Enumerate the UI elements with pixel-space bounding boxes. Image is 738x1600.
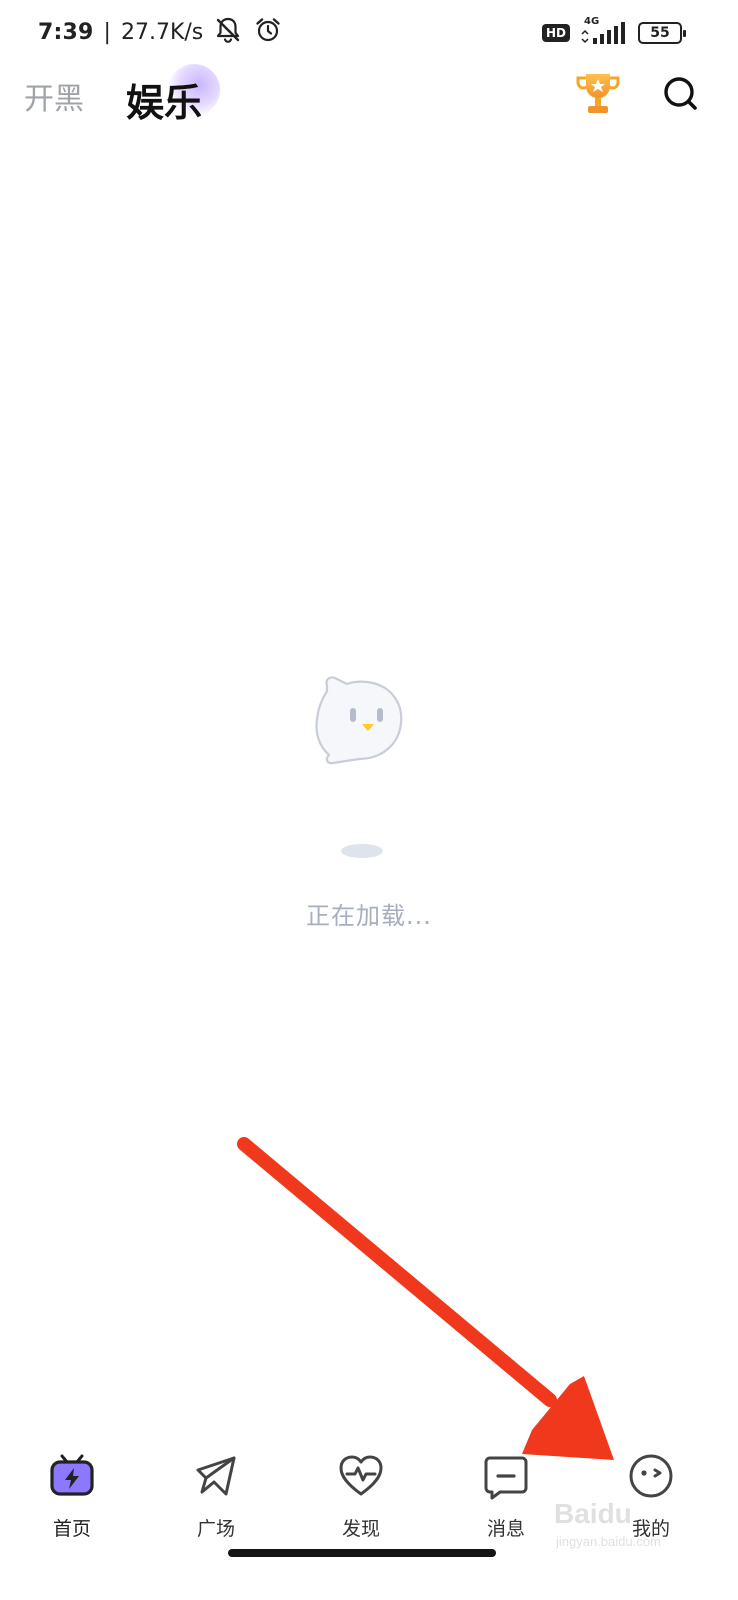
trophy-button[interactable]	[576, 70, 620, 118]
status-right: HD 4G 55	[541, 16, 686, 48]
nav-item-square[interactable]: 广场	[161, 1448, 271, 1548]
red-arrow-annotation	[237, 1137, 614, 1460]
nav-label-messages: 消息	[486, 1518, 525, 1540]
search-icon	[664, 77, 697, 110]
baidu-watermark: Baidu jingyan.baidu.com	[554, 1498, 704, 1564]
tab-yule-label: 娱乐	[126, 81, 203, 125]
search-button[interactable]	[658, 72, 702, 116]
loading-text: 正在加载...	[306, 902, 432, 930]
top-header: 开黑 娱乐	[0, 60, 738, 130]
nav-label-square: 广场	[196, 1518, 235, 1540]
nav-item-discover[interactable]: 发现	[306, 1448, 416, 1548]
paper-plane-icon	[196, 1456, 236, 1496]
loading-area: 正在加载...	[0, 660, 738, 940]
trophy-icon	[576, 74, 620, 113]
mute-bell-icon	[213, 15, 243, 49]
status-time: 7:39	[38, 19, 94, 45]
nav-item-messages[interactable]: 消息	[451, 1448, 561, 1548]
status-separator: |	[103, 19, 111, 45]
home-tv-icon	[50, 1454, 94, 1496]
battery-indicator: 55	[638, 22, 686, 44]
status-left: 7:39 | 27.7K/s	[38, 16, 283, 48]
hd-badge: HD	[541, 24, 570, 42]
tab-kaihei[interactable]: 开黑	[24, 74, 84, 118]
ghost-mascot-icon	[315, 676, 403, 765]
face-icon	[629, 1454, 673, 1498]
home-indicator[interactable]	[228, 1549, 496, 1557]
network-speed: 27.7K/s	[120, 19, 204, 45]
heart-pulse-icon	[339, 1455, 383, 1496]
signal-icon: 4G	[580, 16, 628, 46]
nav-label-discover: 发现	[341, 1518, 380, 1540]
status-bar: 7:39 | 27.7K/s HD 4G 55	[0, 0, 738, 64]
watermark-brand: Baidu	[554, 1498, 632, 1529]
message-icon	[484, 1456, 528, 1500]
nav-item-home[interactable]: 首页	[17, 1448, 127, 1548]
tab-yule[interactable]: 娱乐	[124, 64, 234, 125]
watermark-sub: jingyan.baidu.com	[556, 1534, 661, 1549]
nav-label-home: 首页	[52, 1518, 91, 1540]
alarm-icon	[253, 15, 283, 49]
mascot-shadow	[341, 844, 383, 858]
